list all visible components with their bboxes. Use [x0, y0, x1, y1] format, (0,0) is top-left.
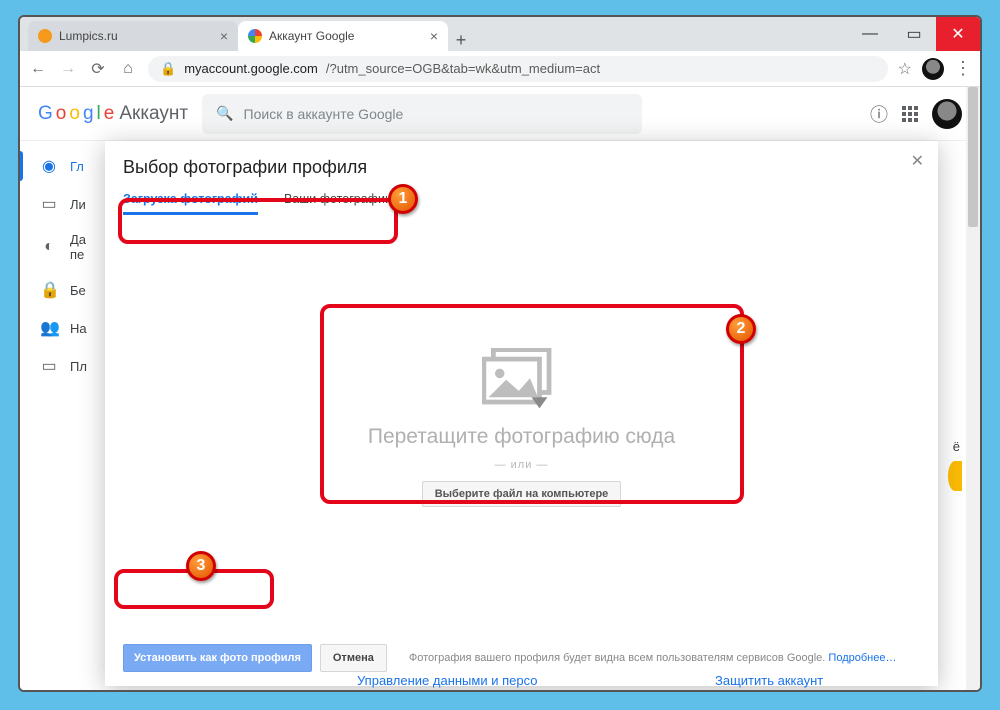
- search-icon: 🔍: [216, 105, 233, 122]
- search-placeholder: Поиск в аккаунте Google: [244, 106, 404, 122]
- close-window-button[interactable]: ✕: [936, 17, 980, 51]
- choose-file-button[interactable]: Выберите файл на компьютере: [422, 481, 622, 507]
- or-divider: — или —: [495, 459, 549, 471]
- sidebar-item-label: Пл: [70, 359, 87, 374]
- browser-window: Lumpics.ru × Аккаунт Google × + — ▭ ✕ ← …: [18, 15, 982, 692]
- tab-upload[interactable]: Загрузка фотографий: [123, 192, 258, 215]
- bookmark-star-icon[interactable]: ☆: [898, 59, 912, 79]
- dialog-tabs: Загрузка фотографий Ваши фотографии: [123, 192, 920, 221]
- reload-button[interactable]: ⟳: [88, 59, 108, 79]
- drop-zone[interactable]: Перетащите фотографию сюда — или — Выбер…: [123, 221, 920, 634]
- sidebar-item-label: Бе: [70, 283, 86, 298]
- dialog-footer: Установить как фото профиля Отмена Фотог…: [123, 634, 920, 672]
- sidebar-item-security[interactable]: 🔒 Бе: [20, 271, 105, 309]
- close-icon[interactable]: ×: [430, 28, 438, 44]
- url-host: myaccount.google.com: [184, 61, 318, 76]
- close-icon[interactable]: ×: [220, 28, 228, 44]
- peek-badge: [948, 461, 962, 491]
- back-button[interactable]: ←: [28, 60, 48, 78]
- link-protect-account[interactable]: Защитить аккаунт: [715, 673, 823, 688]
- google-logo: Google Аккаунт: [38, 103, 188, 125]
- tab-title: Аккаунт Google: [269, 29, 354, 43]
- lock-icon: 🔒: [40, 280, 58, 300]
- address-bar: ← → ⟳ ⌂ 🔒 myaccount.google.com /?utm_sour…: [20, 51, 980, 87]
- sidebar-item-label: Дапе: [70, 232, 86, 262]
- tabstrip: Lumpics.ru × Аккаунт Google × +: [20, 17, 848, 51]
- id-card-icon: ▭: [40, 194, 58, 214]
- window-controls: — ▭ ✕: [848, 17, 980, 51]
- learn-more-link[interactable]: Подробнее…: [828, 652, 896, 664]
- new-tab-button[interactable]: +: [448, 30, 474, 51]
- scrollbar-thumb[interactable]: [968, 87, 978, 227]
- home-button[interactable]: ⌂: [118, 60, 138, 78]
- photo-picker-dialog: ✕ Выбор фотографии профиля Загрузка фото…: [105, 141, 938, 686]
- sidebar-item-label: Ли: [70, 197, 86, 212]
- sidebar-item-payments[interactable]: ▭ Пл: [20, 347, 105, 385]
- peek-text: ё: [953, 439, 960, 454]
- drop-text: Перетащите фотографию сюда: [368, 425, 675, 449]
- chrome-profile-avatar[interactable]: [922, 58, 944, 80]
- sidebar-item-label: На: [70, 321, 87, 336]
- tab-your-photos[interactable]: Ваши фотографии: [284, 192, 392, 215]
- dialog-title: Выбор фотографии профиля: [123, 153, 920, 192]
- main-column: ё ✕ Выбор фотографии профиля Загрузка фо…: [105, 141, 980, 690]
- apps-grid-icon[interactable]: [902, 106, 918, 122]
- sidebar-item-home[interactable]: ◉ Гл: [20, 147, 105, 185]
- google-header: Google Аккаунт 🔍 Поиск в аккаунте Google…: [20, 87, 980, 141]
- omnibox[interactable]: 🔒 myaccount.google.com /?utm_source=OGB&t…: [148, 56, 888, 82]
- set-as-profile-button[interactable]: Установить как фото профиля: [123, 644, 312, 672]
- cancel-button[interactable]: Отмена: [320, 644, 387, 672]
- lock-icon: 🔒: [160, 61, 176, 77]
- page-content: Google Аккаунт 🔍 Поиск в аккаунте Google…: [20, 87, 980, 690]
- sidebar-item-personal[interactable]: ▭ Ли: [20, 185, 105, 223]
- sidebar: ◉ Гл ▭ Ли ◐ Дапе 🔒 Бе 👥 На ▭ Пл: [20, 141, 105, 690]
- link-manage-data[interactable]: Управление данными и персо: [357, 673, 537, 688]
- image-placeholder-icon: [482, 348, 562, 415]
- favicon-lumpics: [38, 29, 52, 43]
- card-icon: ▭: [40, 356, 58, 376]
- forward-button[interactable]: →: [58, 60, 78, 78]
- maximize-button[interactable]: ▭: [892, 17, 936, 51]
- page-scrollbar[interactable]: [966, 87, 980, 690]
- account-search[interactable]: 🔍 Поиск в аккаунте Google: [202, 94, 642, 134]
- user-circle-icon: ◉: [40, 156, 58, 176]
- footer-note: Фотография вашего профиля будет видна вс…: [409, 652, 897, 664]
- minimize-button[interactable]: —: [848, 17, 892, 51]
- help-icon[interactable]: ⓘ: [870, 101, 888, 127]
- url-path: /?utm_source=OGB&tab=wk&utm_medium=act: [326, 61, 600, 76]
- page-body: ◉ Гл ▭ Ли ◐ Дапе 🔒 Бе 👥 На ▭ Пл ё ✕ Выбор фото…: [20, 141, 980, 690]
- chrome-menu-icon[interactable]: ⋮: [954, 58, 972, 79]
- sidebar-item-people[interactable]: 👥 На: [20, 309, 105, 347]
- account-avatar[interactable]: [932, 99, 962, 129]
- tab-google-account[interactable]: Аккаунт Google ×: [238, 21, 448, 51]
- favicon-google: [248, 29, 262, 43]
- sidebar-item-label: Гл: [70, 159, 84, 174]
- dialog-close-icon[interactable]: ✕: [911, 151, 924, 171]
- toggle-icon: ◐: [40, 238, 58, 256]
- titlebar: Lumpics.ru × Аккаунт Google × + — ▭ ✕: [20, 17, 980, 51]
- product-name: Аккаунт: [119, 103, 188, 125]
- tab-title: Lumpics.ru: [59, 29, 118, 43]
- people-icon: 👥: [40, 318, 58, 338]
- tab-lumpics[interactable]: Lumpics.ru ×: [28, 21, 238, 51]
- sidebar-item-data[interactable]: ◐ Дапе: [20, 223, 105, 271]
